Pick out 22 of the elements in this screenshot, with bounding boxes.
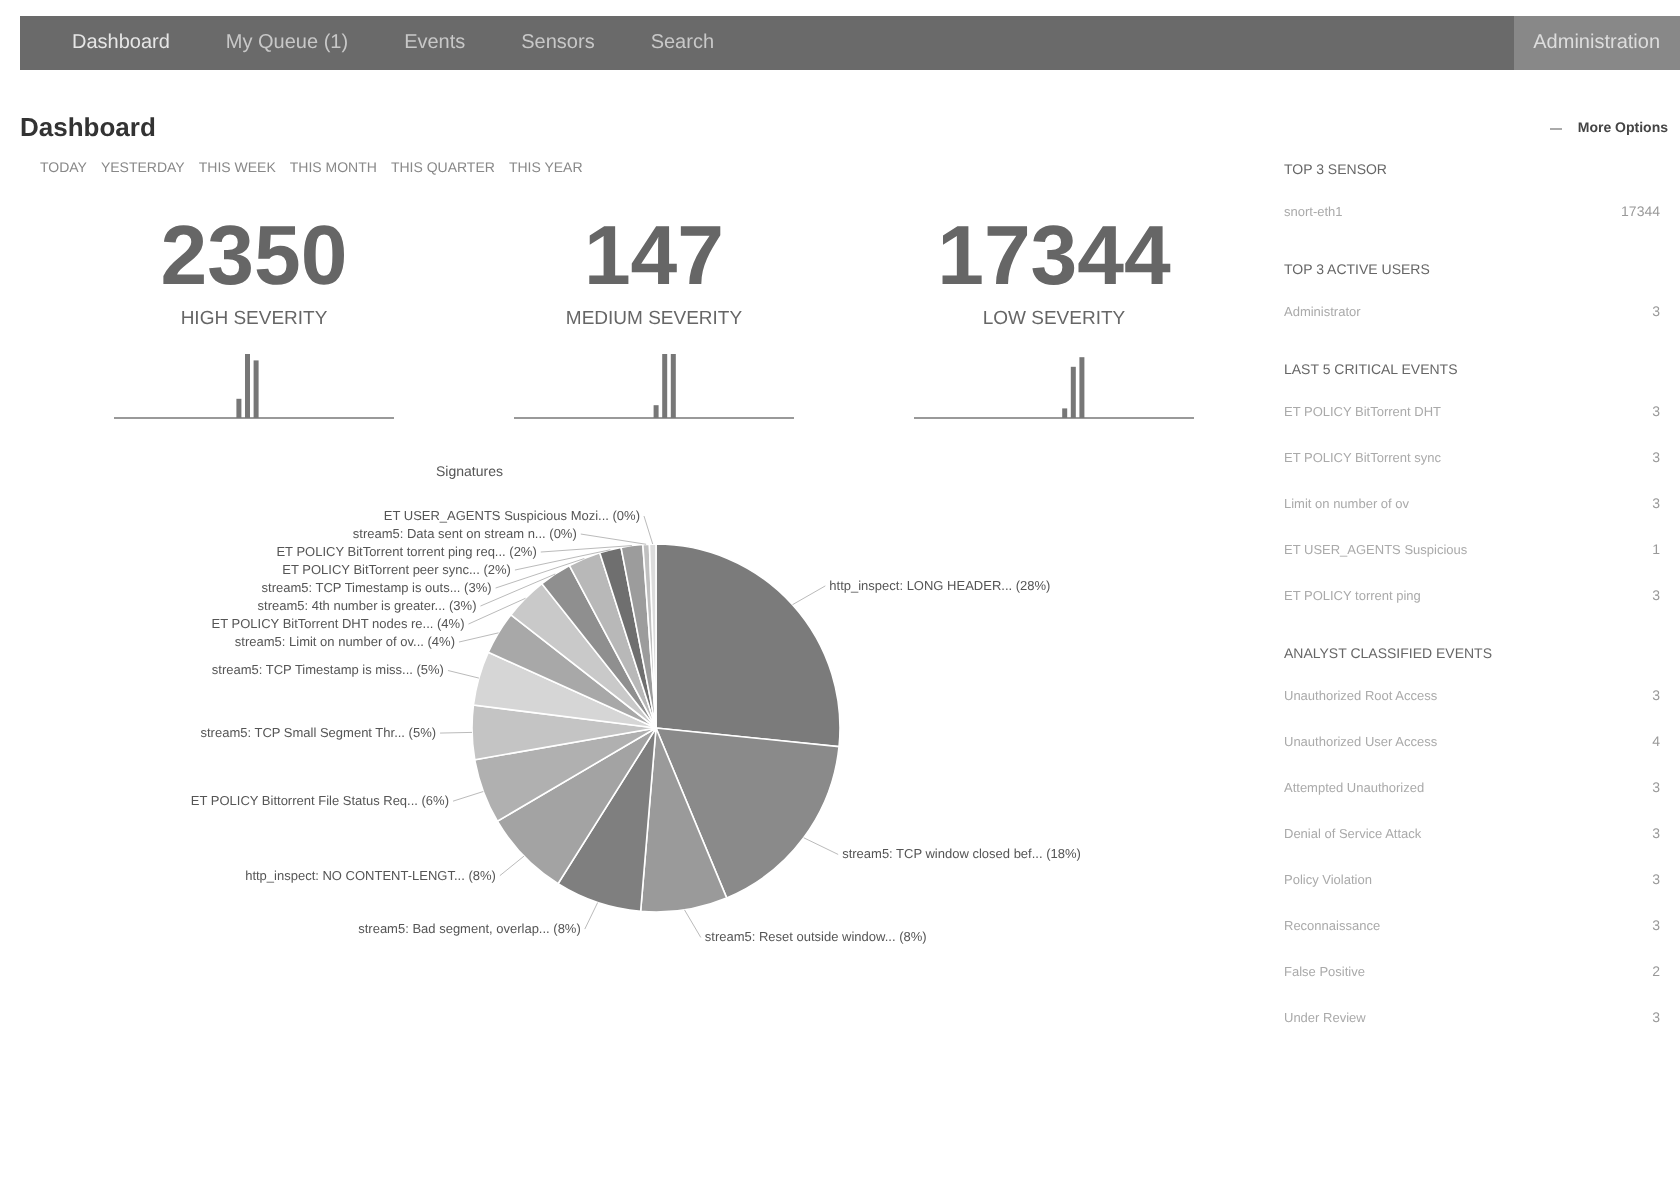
leader-line — [499, 855, 525, 877]
nav-link[interactable]: Search — [626, 24, 739, 62]
severity-label: LOW SEVERITY — [982, 308, 1126, 330]
leader-line — [792, 585, 826, 606]
leader-line — [803, 837, 839, 855]
nav-link[interactable]: Sensors — [497, 24, 619, 62]
leader-line — [683, 909, 702, 938]
nav-link[interactable]: Events — [380, 24, 490, 62]
leader-line — [584, 902, 599, 930]
leader-line — [439, 731, 473, 734]
severity-count: 147 — [583, 212, 725, 300]
admin-button[interactable]: Administration — [1513, 16, 1680, 70]
nav-link[interactable]: Dashboard — [48, 24, 194, 62]
severity-count: 2350 — [160, 212, 348, 300]
nav-link[interactable]: My Queue (1) — [201, 24, 373, 62]
leader-line — [447, 670, 480, 679]
leader-line — [452, 791, 484, 802]
page-title: Dashboard — [20, 112, 158, 142]
severity-label: HIGH SEVERITY — [180, 308, 328, 330]
leader-line — [458, 632, 499, 643]
severity-count: 17344 — [937, 212, 1171, 300]
severity-label: MEDIUM SEVERITY — [565, 308, 743, 330]
